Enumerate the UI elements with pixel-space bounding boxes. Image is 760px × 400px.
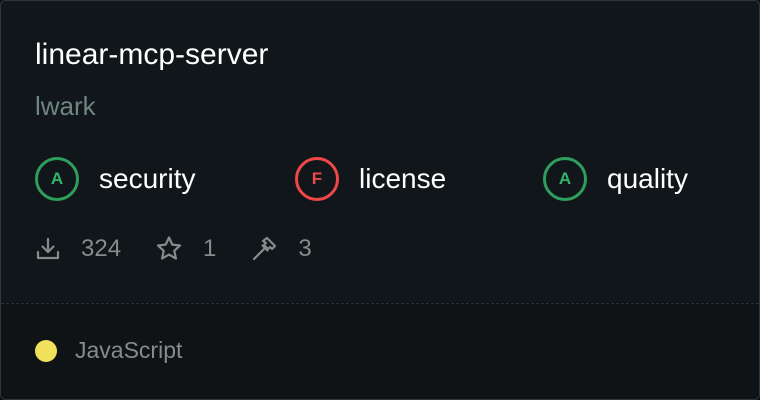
hammer-icon: [250, 235, 278, 263]
star-icon: [155, 235, 183, 263]
repo-card[interactable]: linear-mcp-server lwark A security F lic…: [0, 0, 760, 400]
grade-quality: A quality: [543, 155, 688, 203]
language-color-dot: [35, 339, 57, 362]
security-grade-label: security: [99, 163, 196, 194]
card-footer: JavaScript: [1, 304, 759, 399]
grade-security: A security: [35, 155, 195, 203]
downloads-stat: 324: [35, 235, 121, 263]
stats-row: 324 1 3: [35, 231, 346, 267]
download-icon: [35, 236, 61, 262]
quality-grade-label: quality: [607, 163, 688, 194]
language-name: JavaScript: [75, 337, 183, 363]
language-info: JavaScript: [35, 337, 182, 364]
license-grade-badge: F: [295, 157, 339, 201]
tools-count: 3: [298, 235, 312, 262]
stars-stat: 1: [155, 235, 216, 263]
grades-row: A security F license A quality: [35, 155, 735, 203]
repo-name[interactable]: linear-mcp-server: [35, 35, 268, 75]
tools-stat: 3: [250, 235, 312, 263]
quality-grade-badge: A: [543, 157, 587, 201]
license-grade-label: license: [359, 163, 447, 194]
repo-owner[interactable]: lwark: [35, 88, 96, 124]
grade-license: F license: [295, 155, 446, 203]
stars-count: 1: [203, 235, 217, 262]
downloads-count: 324: [81, 235, 122, 262]
card-header: linear-mcp-server lwark A security F lic…: [1, 1, 759, 302]
security-grade-badge: A: [35, 157, 79, 201]
